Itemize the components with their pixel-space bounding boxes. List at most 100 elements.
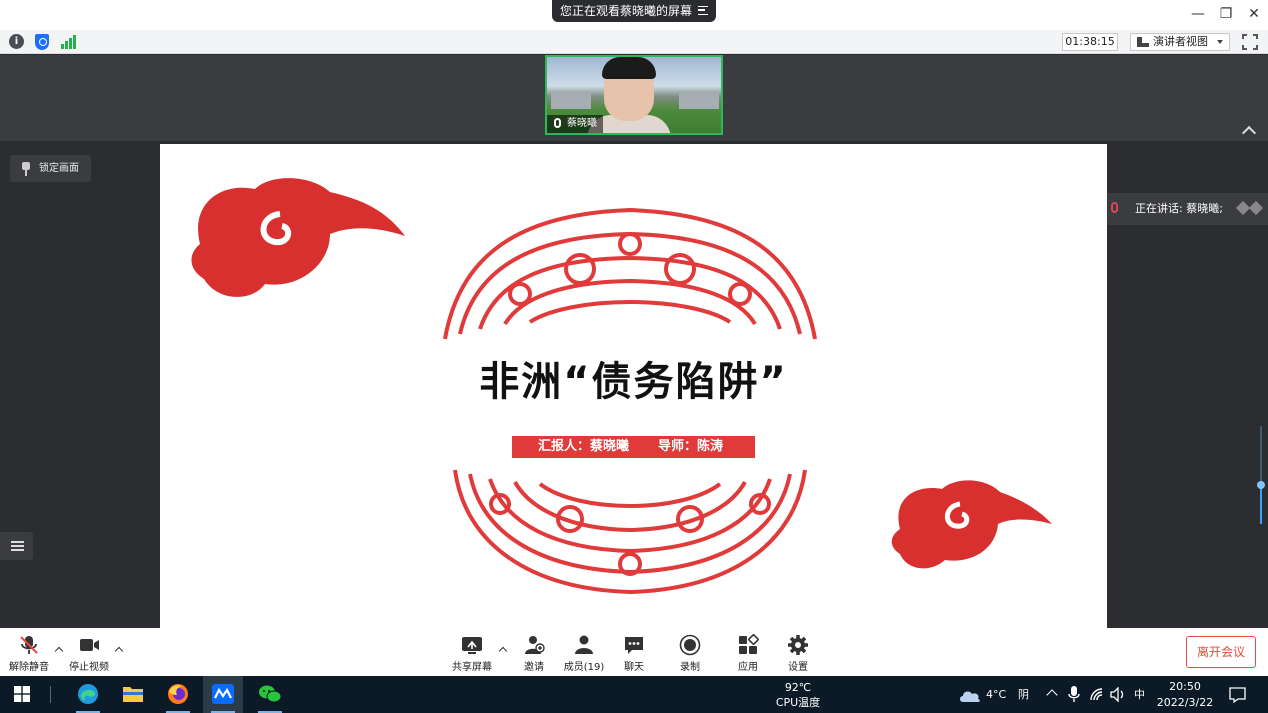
record-label: 录制	[680, 662, 700, 673]
security-shield-icon[interactable]	[35, 34, 49, 50]
apps-grid-icon	[739, 634, 759, 654]
speaker-view-icon	[1137, 37, 1149, 47]
lock-view-label: 锁定画面	[39, 163, 79, 174]
app-window: 您正在观看蔡晓曦的屏幕 — ❐ ✕ i 01:38:15 演讲者视图 蔡晓曦 锁…	[0, 0, 1268, 713]
title-bar: 您正在观看蔡晓曦的屏幕 — ❐ ✕	[0, 0, 1268, 30]
more-icon	[1234, 200, 1266, 217]
record-icon	[679, 634, 701, 656]
chat-label: 聊天	[624, 662, 644, 673]
watching-screen-banner[interactable]: 您正在观看蔡晓曦的屏幕	[552, 0, 716, 22]
chat-bubble-icon	[625, 637, 643, 654]
network-signal-icon[interactable]	[61, 35, 77, 49]
participants-label: 成员(19)	[563, 662, 605, 673]
restore-button[interactable]: ❐	[1214, 4, 1238, 24]
list-icon	[11, 541, 24, 543]
auspicious-cloud-right	[891, 480, 1052, 569]
participants-icon	[575, 635, 593, 654]
clock-time[interactable]: 20:50	[1152, 680, 1218, 693]
chevron-down-icon	[1217, 40, 1223, 44]
taskbar-wechat[interactable]	[250, 676, 290, 713]
taskbar-file-explorer[interactable]	[113, 676, 153, 713]
volume-knob[interactable]	[1257, 481, 1265, 489]
participant-name: 蔡晓曦	[567, 118, 597, 129]
record-button[interactable]: 录制	[670, 628, 710, 676]
menu-icon[interactable]	[698, 6, 708, 15]
volume-slider[interactable]	[1257, 426, 1265, 524]
gear-icon	[788, 635, 808, 655]
microphone-icon	[554, 118, 561, 128]
chevron-up-icon[interactable]	[1046, 689, 1058, 701]
chevron-up-icon[interactable]	[1241, 125, 1257, 141]
share-screen-label: 共享屏幕	[452, 662, 492, 673]
dragon-pattern-lower	[453, 469, 807, 595]
participant-hair	[602, 57, 656, 79]
shared-screen-stage: 锁定画面 正在讲话: 蔡晓曦; 非洲“债务陷阱” 汇报人：蔡晓曦 导师：陈涛	[0, 141, 1268, 628]
invite-label: 邀请	[524, 662, 544, 673]
edge-browser-icon	[78, 684, 98, 704]
tencent-meeting-icon	[212, 684, 234, 704]
background-building	[679, 93, 719, 109]
list-menu-button[interactable]	[0, 532, 33, 560]
meeting-toolbar: 解除静音 停止视频 共享屏幕 邀请 成员(19) 聊天 录制 应用 设置 离开会…	[0, 628, 1268, 676]
chevron-up-icon[interactable]	[54, 646, 64, 656]
meeting-timer: 01:38:15	[1062, 33, 1118, 51]
notification-center-icon[interactable]	[1229, 687, 1246, 703]
weather-description: 阴	[1018, 688, 1029, 701]
windows-start-icon[interactable]	[14, 686, 30, 702]
apps-button[interactable]: 应用	[728, 628, 768, 676]
invite-button[interactable]: 邀请	[514, 628, 554, 676]
taskbar-tencent-meeting[interactable]	[203, 676, 243, 713]
stop-video-button[interactable]: 停止视频	[64, 628, 114, 676]
view-mode-label: 演讲者视图	[1153, 35, 1208, 48]
taskbar-divider	[50, 686, 51, 703]
windows-taskbar: 92℃ CPU温度 4°C 阴 中 20:50 2022/3/22	[0, 676, 1268, 713]
share-screen-icon	[462, 637, 482, 654]
dragon-pattern-upper	[443, 207, 817, 340]
microphone-icon[interactable]	[1068, 686, 1080, 703]
taskbar-firefox[interactable]	[158, 676, 198, 713]
pin-icon	[22, 162, 30, 176]
cloud-weather-icon[interactable]	[958, 687, 982, 703]
presentation-slide: 非洲“债务陷阱” 汇报人：蔡晓曦 导师：陈涛	[160, 144, 1107, 628]
folder-icon	[123, 687, 143, 702]
add-person-icon	[525, 636, 545, 654]
auspicious-cloud-left	[191, 178, 405, 297]
info-icon[interactable]: i	[9, 34, 24, 49]
taskbar-edge[interactable]	[68, 676, 108, 713]
participant-video-tile[interactable]: 蔡晓曦	[545, 55, 723, 135]
speaker-volume-icon[interactable]	[1110, 687, 1126, 702]
settings-button[interactable]: 设置	[778, 628, 818, 676]
input-method-indicator[interactable]: 中	[1134, 688, 1145, 701]
fullscreen-icon[interactable]	[1241, 33, 1259, 51]
cpu-temperature: 92℃	[784, 681, 812, 694]
share-screen-button[interactable]: 共享屏幕	[446, 628, 498, 676]
clock-date[interactable]: 2022/3/22	[1152, 696, 1218, 709]
chat-button[interactable]: 聊天	[614, 628, 654, 676]
close-button[interactable]: ✕	[1242, 4, 1266, 24]
view-mode-dropdown[interactable]: 演讲者视图	[1130, 33, 1230, 51]
unmute-button[interactable]: 解除静音	[4, 628, 54, 676]
weather-temperature: 4°C	[986, 688, 1007, 701]
watching-screen-text: 您正在观看蔡晓曦的屏幕	[560, 4, 693, 18]
slide-mentor: 导师：陈涛	[658, 439, 724, 454]
muted-microphone-icon	[20, 636, 38, 654]
apps-label: 应用	[738, 662, 758, 673]
chevron-up-icon[interactable]	[498, 646, 508, 656]
video-camera-icon	[80, 639, 99, 651]
settings-label: 设置	[788, 662, 808, 673]
active-speaker-text: 正在讲话: 蔡晓曦;	[1135, 202, 1223, 215]
slide-reporter: 汇报人：蔡晓曦	[538, 439, 630, 454]
firefox-icon	[168, 684, 188, 704]
lock-view-button[interactable]: 锁定画面	[10, 155, 91, 182]
video-strip: 蔡晓曦	[0, 55, 1268, 141]
cpu-temperature-label: CPU温度	[775, 696, 821, 709]
stop-video-label: 停止视频	[69, 662, 109, 673]
participants-button[interactable]: 成员(19)	[560, 628, 608, 676]
leave-meeting-button[interactable]: 离开会议	[1186, 636, 1256, 668]
minimize-button[interactable]: —	[1186, 4, 1210, 24]
chevron-up-icon[interactable]	[114, 646, 124, 656]
active-speaker-indicator: 正在讲话: 蔡晓曦;	[1097, 193, 1268, 225]
muted-microphone-icon	[1111, 202, 1118, 213]
meeting-info-bar: i 01:38:15 演讲者视图	[0, 30, 1268, 54]
wifi-icon[interactable]	[1090, 688, 1106, 701]
